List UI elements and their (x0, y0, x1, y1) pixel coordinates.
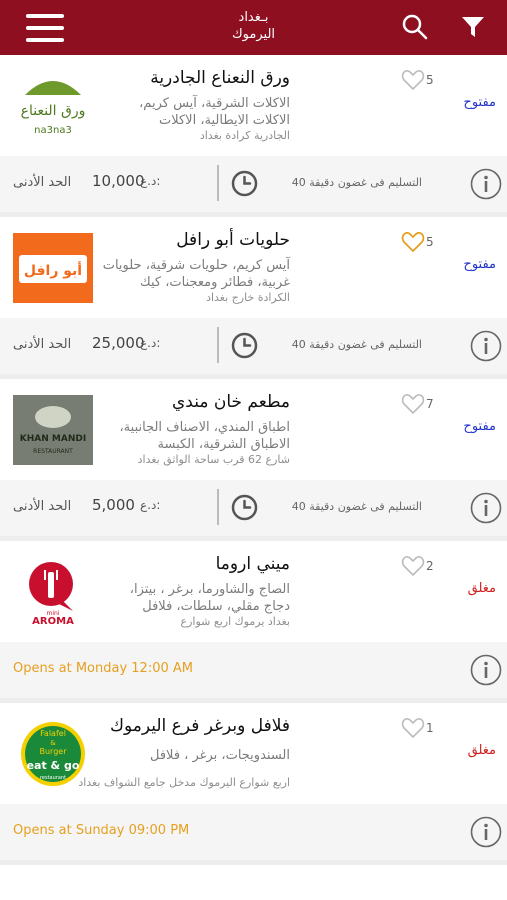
logo-text: eat & go (27, 759, 80, 772)
info-icon[interactable] (470, 330, 502, 362)
restaurant-info-row: الحد الأدنى 25,000 د.ع: التسليم فى غضون … (0, 318, 507, 374)
opens-at-label: Opens at Monday 12:00 AM (13, 661, 193, 676)
likes-count: 2 (426, 559, 434, 573)
restaurant-cuisine: السندويجات، برغر ، فلافل (150, 748, 290, 763)
min-order-amount: 5,000 (92, 496, 135, 514)
restaurant-name[interactable]: فلافل وبرغر فرع اليرموك (100, 716, 290, 736)
filter-icon[interactable] (460, 14, 486, 40)
currency-label: د.ع: (140, 336, 161, 350)
clock-icon (231, 332, 258, 359)
restaurant-cuisine: الصاج والشاورما، برغر ، بيتزا، دجاج مقلي… (129, 582, 290, 614)
info-icon[interactable] (470, 168, 502, 200)
restaurant-name[interactable]: حلويات أبو رافل (100, 230, 290, 250)
restaurant-list[interactable]: ورق النعناع na3na3 ورق النعناع الجادرية … (0, 55, 507, 865)
info-icon[interactable] (470, 654, 502, 686)
restaurant-logo: ورق النعناع na3na3 (13, 71, 93, 141)
delivery-time: التسليم فى غضون دقيقة 40 (291, 500, 422, 513)
restaurant-logo: أبو رافل (13, 233, 93, 303)
restaurant-logo: KHAN MANDI RESTAURANT (13, 395, 93, 465)
min-order-amount: 10,000 (92, 172, 145, 190)
restaurant-info-row: Opens at Monday 12:00 AM (0, 642, 507, 698)
city-label: بـغداد (238, 10, 269, 25)
logo-bottom-text: Burger (40, 747, 68, 756)
heart-icon[interactable] (401, 69, 425, 91)
logo-mid-text: & (50, 739, 56, 747)
restaurant-card[interactable]: أبو رافل حلويات أبو رافل آيس كريم، حلويا… (0, 217, 507, 318)
delivery-time: التسليم فى غضون دقيقة 40 (291, 176, 422, 189)
min-order-label: الحد الأدنى (13, 337, 72, 352)
restaurant-card[interactable]: Falafel & Burger eat & go restaurant فلا… (0, 703, 507, 804)
clock-icon (231, 170, 258, 197)
info-icon[interactable] (470, 492, 502, 524)
delivery-time: التسليم فى غضون دقيقة 40 (291, 338, 422, 351)
logo-subtext: na3na3 (34, 125, 72, 136)
restaurant-card[interactable]: KHAN MANDI RESTAURANT مطعم خان مندي اطبا… (0, 379, 507, 480)
restaurant-address: شارع 62 قرب ساحة الواثق بغداد (137, 453, 290, 466)
restaurant-address: الكرادة خارج بغداد (206, 291, 290, 304)
logo-text: أبو رافل (24, 261, 82, 279)
likes-count: 1 (426, 721, 434, 735)
status-badge: مفتوح (463, 257, 496, 272)
divider (217, 327, 219, 363)
logo-subtext: RESTAURANT (33, 448, 73, 455)
opens-at-label: Opens at Sunday 09:00 PM (13, 823, 190, 838)
restaurant-name[interactable]: ميني اروما (100, 554, 290, 574)
restaurant-info-row: Opens at Sunday 09:00 PM (0, 804, 507, 860)
restaurant-logo: mini AROMA (13, 557, 93, 627)
logo-subtext: restaurant (40, 775, 66, 781)
currency-label: د.ع: (140, 174, 161, 188)
heart-icon[interactable] (401, 393, 425, 415)
status-badge: مفتوح (463, 419, 496, 434)
restaurant-cuisine: اطباق المندي، الاصناف الجانبية، الاطباق … (119, 420, 290, 452)
divider (217, 489, 219, 525)
status-badge: مفتوح (463, 95, 496, 110)
restaurant-name[interactable]: مطعم خان مندي (100, 392, 290, 412)
restaurant-card[interactable]: ورق النعناع na3na3 ورق النعناع الجادرية … (0, 55, 507, 156)
restaurant-cuisine: آيس كريم، حلويات شرقية، حلويات غربية، فط… (102, 258, 290, 290)
heart-icon[interactable] (401, 231, 425, 253)
restaurant-address: اربع شوارع اليرموك مدخل جامع الشواف بغدا… (78, 776, 290, 789)
restaurant-info-row: الحد الأدنى 5,000 د.ع: التسليم فى غضون د… (0, 480, 507, 536)
logo-text: ورق النعناع (21, 103, 86, 119)
district-label: اليرموك (231, 27, 276, 42)
likes-count: 5 (426, 73, 434, 87)
heart-icon[interactable] (401, 555, 425, 577)
search-icon[interactable] (401, 13, 429, 41)
restaurant-info-row: الحد الأدنى 10,000 د.ع: التسليم فى غضون … (0, 156, 507, 212)
logo-text: AROMA (32, 616, 74, 627)
location-title[interactable]: بـغداد اليرموك (180, 9, 327, 43)
min-order-label: الحد الأدنى (13, 499, 72, 514)
restaurant-address: الجادرية كرادة بغداد (199, 129, 290, 142)
logo-top-text: Falafel (40, 729, 66, 738)
restaurant-name[interactable]: ورق النعناع الجادرية (100, 68, 290, 88)
currency-label: د.ع: (140, 498, 161, 512)
info-icon[interactable] (470, 816, 502, 848)
status-badge: مغلق (467, 581, 496, 596)
logo-text: KHAN MANDI (20, 434, 86, 444)
top-bar: بـغداد اليرموك (0, 0, 507, 55)
menu-icon[interactable] (26, 14, 66, 42)
min-order-label: الحد الأدنى (13, 175, 72, 190)
divider (217, 165, 219, 201)
restaurant-card[interactable]: mini AROMA ميني اروما الصاج والشاورما، ب… (0, 541, 507, 642)
heart-icon[interactable] (401, 717, 425, 739)
restaurant-address: بغداد يرموك اربع شوارع (180, 615, 290, 628)
likes-count: 7 (426, 397, 434, 411)
min-order-amount: 25,000 (92, 334, 145, 352)
restaurant-cuisine: الاكلات الشرقية، آيس كريم، الاكلات الايط… (139, 96, 290, 128)
clock-icon (231, 494, 258, 521)
likes-count: 5 (426, 235, 434, 249)
status-badge: مغلق (467, 743, 496, 758)
